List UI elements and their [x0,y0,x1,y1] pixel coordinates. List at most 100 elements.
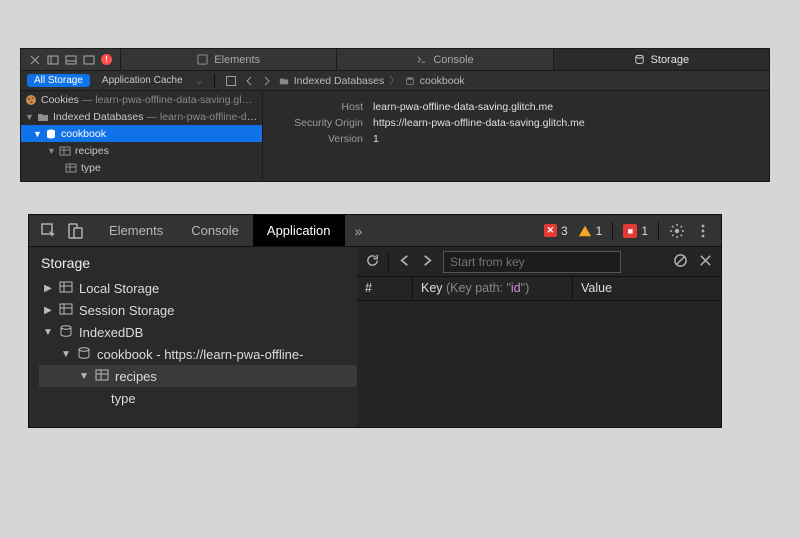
col-key[interactable]: Key (Key path: "id") [413,277,573,300]
next-page-icon[interactable] [420,253,435,271]
indexeddb-label: IndexedDB [79,325,143,340]
tree-row-recipes[interactable]: ▼ recipes [39,365,357,387]
table-header: # Key (Key path: "id") Value [357,277,721,301]
version-value: 1 [373,131,379,147]
tab-label: Elements [109,223,163,238]
cookie-icon [25,94,37,106]
issues-count: 1 [641,224,648,238]
tree-row-indexeddb[interactable]: ▼ IndexedDB [39,321,357,343]
nav-back-icon[interactable] [243,75,255,87]
host-key: Host [275,99,363,115]
safari-storage-tree: Cookies — learn-pwa-offline-data-saving.… [21,91,263,181]
warnings-badge[interactable]: 1 [578,224,603,238]
filter-all-storage[interactable]: All Storage [27,74,90,87]
tree-row-session-storage[interactable]: ▶ Session Storage [39,299,357,321]
recipes-label: recipes [75,145,109,157]
table-icon [59,145,71,157]
tab-application[interactable]: Application [253,215,345,246]
tab-console[interactable]: Console [336,49,552,70]
tree-row-type[interactable]: type [21,159,262,176]
safari-tabbar: ! Elements Console Storage [21,49,769,71]
origin-key: Security Origin [275,115,363,131]
tree-row-idb[interactable]: ▼ Indexed Databases — learn-pwa-offline-… [21,108,262,125]
start-from-key-input[interactable] [443,251,621,273]
type-label: type [81,162,101,174]
only-this-frame-icon[interactable] [225,75,237,87]
storage-icon [59,302,73,319]
refresh-icon[interactable] [365,253,380,271]
chrome-sidebar: Storage ▶ Local Storage ▶ Session Storag… [29,247,357,427]
folder-icon [279,76,289,86]
tree-row-type[interactable]: type [39,387,357,409]
more-tabs-icon[interactable]: » [345,223,373,239]
tab-elements[interactable]: Elements [95,215,177,246]
safari-detail-pane: Host learn-pwa-offline-data-saving.glitch… [263,91,769,181]
local-storage-label: Local Storage [79,281,159,296]
chrome-devtools: Elements Console Application » ✕3 1 ■1 S… [28,214,722,428]
tab-storage[interactable]: Storage [553,49,769,70]
popout-icon[interactable] [83,54,95,66]
database-icon [45,128,57,140]
tree-row-local-storage[interactable]: ▶ Local Storage [39,277,357,299]
tab-label: Application [267,223,331,238]
col-value[interactable]: Value [573,277,721,300]
filter-app-cache[interactable]: Application Cache [96,74,189,87]
breadcrumb-db[interactable]: cookbook [420,75,465,87]
table-icon [65,162,77,174]
clear-store-icon[interactable] [673,253,688,271]
inspect-icon[interactable] [41,223,57,239]
chrome-main: # Key (Key path: "id") Value [357,247,721,427]
tree-row-cookies[interactable]: Cookies — learn-pwa-offline-data-saving.… [21,91,262,108]
safari-toolbar: All Storage Application Cache ⌄ Indexed … [21,71,769,91]
delete-icon[interactable] [698,253,713,271]
safari-tabs: Elements Console Storage [120,49,769,70]
cookies-suffix: — learn-pwa-offline-data-saving.gl… [79,94,252,106]
tab-label: Console [191,223,239,238]
chrome-tabbar: Elements Console Application » ✕3 1 ■1 [29,215,721,247]
version-key: Version [275,131,363,147]
errors-count: 3 [561,224,568,238]
section-title: Storage [41,255,357,271]
session-storage-label: Session Storage [79,303,174,318]
cookies-label: Cookies [41,94,79,106]
prev-page-icon[interactable] [397,253,412,271]
device-toggle-icon[interactable] [67,223,83,239]
tab-elements[interactable]: Elements [120,49,336,70]
issues-badge[interactable]: ■1 [623,224,648,238]
database-icon [77,346,91,363]
warnings-count: 1 [596,224,603,238]
kebab-icon[interactable] [695,223,711,239]
tree-row-cookbook[interactable]: ▼ cookbook [21,125,262,142]
nav-forward-icon[interactable] [261,75,273,87]
database-icon [405,76,415,86]
type-label: type [111,391,136,406]
tree-row-recipes[interactable]: ▼ recipes [21,142,262,159]
safari-window-controls: ! [21,49,120,70]
dock-left-icon[interactable] [47,54,59,66]
tab-label: Console [433,54,473,66]
chrome-object-toolbar [357,247,721,277]
breadcrumb: Indexed Databases 〉 cookbook [279,73,465,88]
error-badge[interactable]: ! [101,54,112,65]
settings-icon[interactable] [669,223,685,239]
idb-label: Indexed Databases [53,111,143,123]
safari-devtools: ! Elements Console Storage All Storage A… [20,48,770,182]
tab-console[interactable]: Console [177,215,253,246]
tab-label: Elements [214,54,260,66]
cookbook-label: cookbook - https://learn-pwa-offline- [97,347,303,362]
col-index[interactable]: # [357,277,413,300]
cookbook-label: cookbook [61,128,106,140]
recipes-label: recipes [115,369,157,384]
tree-row-cookbook[interactable]: ▼ cookbook - https://learn-pwa-offline- [39,343,357,365]
errors-badge[interactable]: ✕3 [544,224,568,238]
idb-suffix: — learn-pwa-offline-dat… [143,111,262,123]
folder-icon [37,111,49,123]
tab-label: Storage [651,54,690,66]
breadcrumb-group[interactable]: Indexed Databases [294,75,384,87]
origin-value: https://learn-pwa-offline-data-saving.gl… [373,115,585,131]
host-value: learn-pwa-offline-data-saving.glitch.me [373,99,553,115]
storage-icon [59,280,73,297]
dock-bottom-icon[interactable] [65,54,77,66]
table-icon [95,368,109,385]
close-icon[interactable] [29,54,41,66]
